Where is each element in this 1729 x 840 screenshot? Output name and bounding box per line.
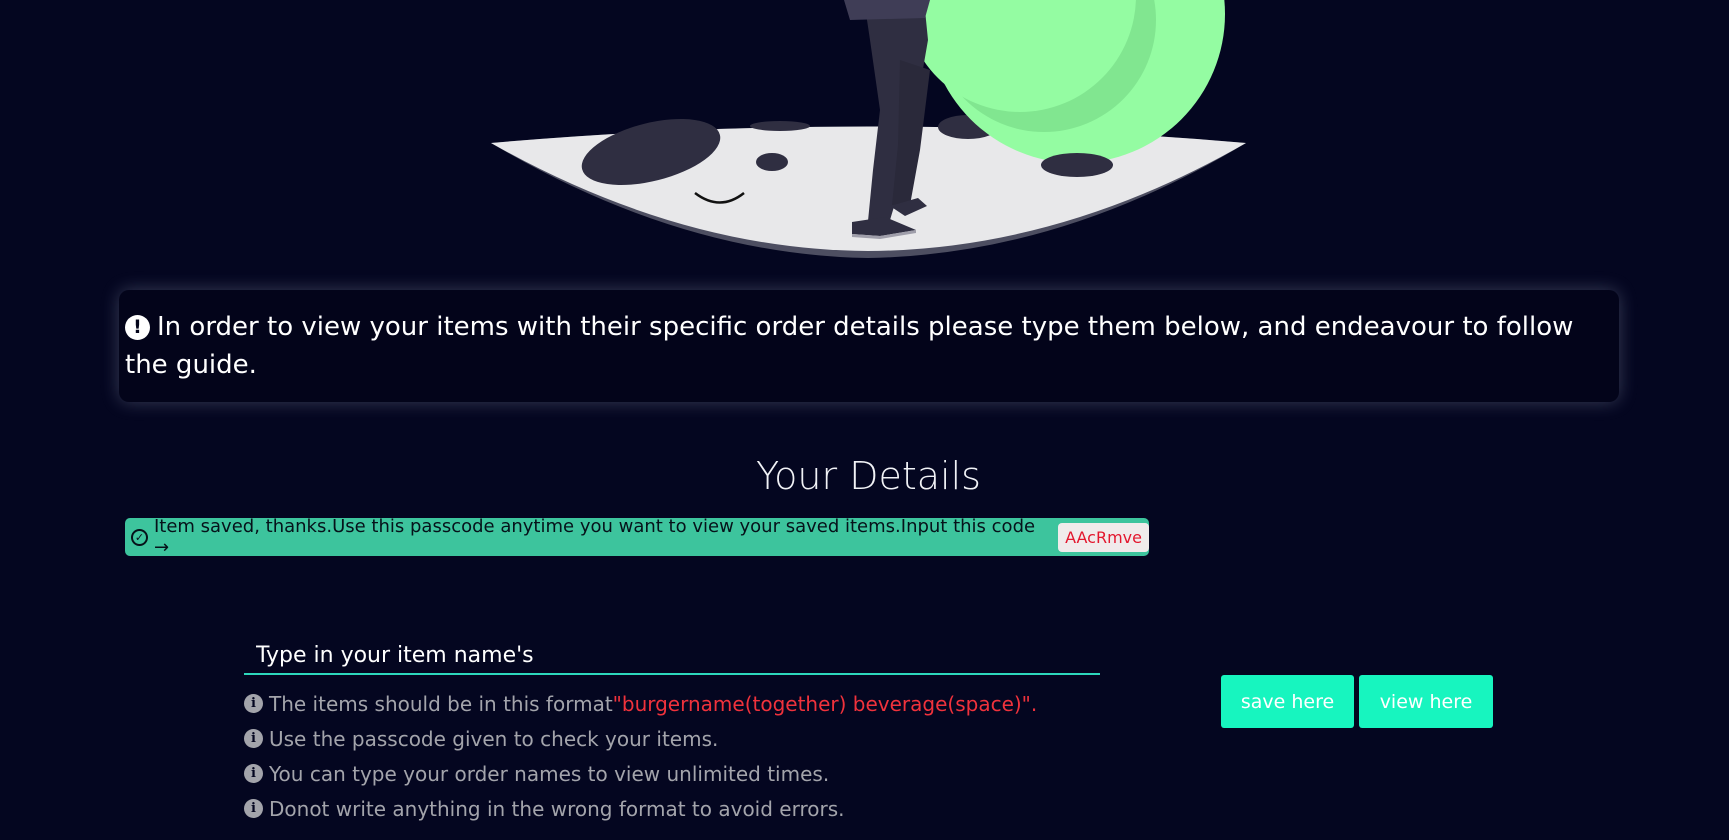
exclamation-circle-icon: ! xyxy=(125,315,150,340)
passcode-code: AAcRmve xyxy=(1058,522,1149,552)
guide-text: You can type your order names to view un… xyxy=(269,761,830,786)
page: ! In order to view your items with their … xyxy=(0,0,1729,840)
guide-text: Donot write anything in the wrong format… xyxy=(269,796,845,821)
moon-illustration xyxy=(491,0,1246,258)
guide-format-text: The items should be in this format xyxy=(269,691,613,716)
crater-flat xyxy=(750,121,810,131)
success-alert: ✓ Item saved, thanks.Use this passcode a… xyxy=(125,516,1149,558)
hero-illustration xyxy=(0,0,1729,260)
notice-text: In order to view your items with their s… xyxy=(125,312,1574,380)
view-button[interactable]: view here xyxy=(1359,675,1493,728)
info-circle-icon: i xyxy=(244,764,263,783)
guide-list: i The items should be in this format "bur… xyxy=(244,686,1037,826)
check-circle-icon: ✓ xyxy=(131,528,148,546)
crater-under-ball xyxy=(1041,153,1113,177)
guide-item: i The items should be in this format "bur… xyxy=(244,686,1037,721)
save-button[interactable]: save here xyxy=(1221,675,1354,728)
guide-item: i You can type your order names to view … xyxy=(244,756,1037,791)
guide-format-example: "burgername(together) beverage(space)". xyxy=(612,691,1038,716)
details-title: Your Details xyxy=(756,454,981,498)
person-jacket xyxy=(844,0,930,20)
info-circle-icon: i xyxy=(244,799,263,818)
info-circle-icon: i xyxy=(244,729,263,748)
info-circle-icon: i xyxy=(244,694,263,713)
item-name-input[interactable] xyxy=(244,637,1100,675)
guide-item: i Use the passcode given to check your i… xyxy=(244,721,1037,756)
crater-small xyxy=(756,153,788,171)
guide-item: i Donot write anything in the wrong form… xyxy=(244,791,1037,826)
guide-notice: ! In order to view your items with their … xyxy=(119,290,1619,402)
success-message: Item saved, thanks.Use this passcode any… xyxy=(153,516,1036,558)
guide-text: Use the passcode given to check your ite… xyxy=(269,726,719,751)
